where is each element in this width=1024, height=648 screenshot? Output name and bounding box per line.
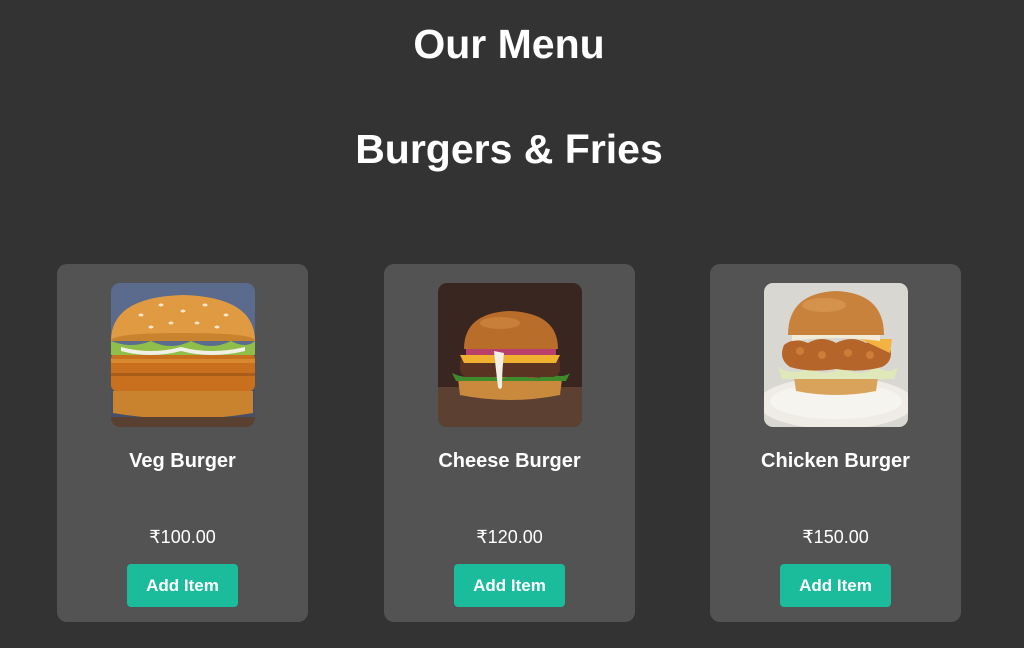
item-name: Cheese Burger: [438, 450, 581, 472]
menu-card-chicken-burger: Chicken Burger ₹150.00 Add Item: [710, 264, 961, 622]
veg-burger-image: [111, 283, 255, 427]
page-title: Our Menu: [413, 21, 605, 67]
section-title: Burgers & Fries: [355, 126, 663, 172]
menu-card-veg-burger: Veg Burger ₹100.00 Add Item: [57, 264, 308, 622]
item-price: ₹150.00: [802, 527, 869, 547]
chicken-burger-image: [764, 283, 908, 427]
item-price: ₹120.00: [476, 527, 543, 547]
item-price: ₹100.00: [149, 527, 216, 547]
item-name: Veg Burger: [129, 450, 236, 472]
add-item-button-chicken-burger[interactable]: Add Item: [780, 564, 891, 607]
add-item-button-veg-burger[interactable]: Add Item: [127, 564, 238, 607]
add-item-button-cheese-burger[interactable]: Add Item: [454, 564, 565, 607]
cheese-burger-image: [438, 283, 582, 427]
item-name: Chicken Burger: [761, 450, 910, 472]
menu-card-cheese-burger: Cheese Burger ₹120.00 Add Item: [384, 264, 635, 622]
